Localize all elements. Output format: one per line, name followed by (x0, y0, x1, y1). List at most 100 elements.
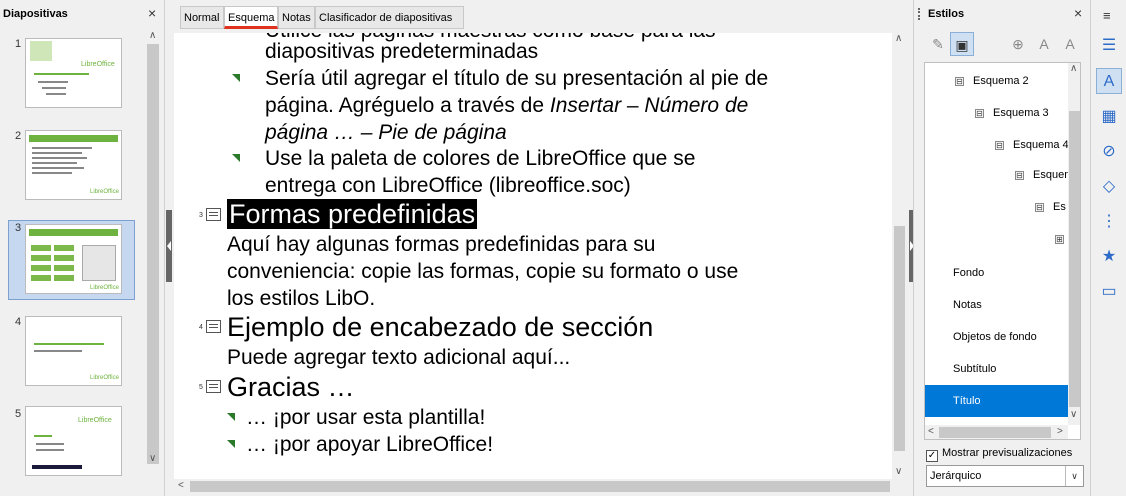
slide-thumbnail-2[interactable]: LibreOffice (25, 130, 122, 200)
thumb-text-line (34, 350, 82, 352)
slide-list: 1 LibreOffice 2 LibreOffice 3 LibreOffic… (0, 30, 145, 496)
scroll-down-icon[interactable]: ∨ (1070, 409, 1077, 420)
slides-pane-header: Diapositivas × (0, 0, 165, 30)
animation-icon[interactable]: ★ (1096, 244, 1122, 270)
scrollbar-thumb[interactable] (1069, 111, 1080, 407)
update-style-icon[interactable]: A (1058, 32, 1082, 56)
tree-item-selected[interactable]: Título (925, 385, 1068, 417)
scroll-up-icon[interactable]: ∧ (895, 33, 902, 44)
scroll-down-icon[interactable]: ∨ (895, 466, 902, 477)
slide-list-scrollbar[interactable]: ∧ ∨ (146, 30, 161, 466)
new-style-icon[interactable]: A (1032, 32, 1056, 56)
tree-item[interactable]: Fondo (953, 267, 984, 279)
show-previews-checkbox[interactable]: ✓ (926, 450, 938, 462)
tree-toggle[interactable]: ⊟ (995, 141, 1004, 150)
scroll-down-icon[interactable]: ∨ (149, 453, 156, 464)
tree-toggle[interactable]: ⊟ (1035, 203, 1044, 212)
tree-item[interactable]: Notas (953, 299, 982, 311)
editor-vertical-scrollbar[interactable]: ∧ ∨ (892, 33, 907, 479)
tree-toggle[interactable]: ⊟ (955, 77, 964, 86)
slide-thumbnail-5[interactable]: LibreOffice (25, 406, 122, 476)
master-slides-icon[interactable]: ▭ (1096, 279, 1122, 305)
collapse-left-pane-handle[interactable] (166, 210, 172, 282)
show-previews-label: Mostrar previsualizaciones (942, 447, 1073, 459)
scrollbar-thumb[interactable] (939, 427, 1051, 438)
outline-text-line: diapositivas predeterminadas (265, 40, 539, 63)
scroll-up-icon[interactable]: ∧ (1070, 63, 1077, 74)
bullet-triangle-icon (227, 440, 235, 448)
tree-item[interactable]: Objetos de fondo (953, 331, 1037, 343)
scroll-up-icon[interactable]: ∧ (149, 30, 156, 41)
tab-notes[interactable]: Notas (278, 6, 315, 29)
tree-item[interactable]: Esquema 3 (993, 107, 1049, 119)
scrollbar-thumb[interactable] (190, 481, 890, 492)
thumb-shape (54, 265, 74, 271)
drawing-styles-icon[interactable]: ✎ (926, 32, 950, 56)
hamburger-icon[interactable]: ≡ (1103, 8, 1111, 23)
tree-item[interactable]: Esquema 2 (973, 75, 1029, 87)
style-filter-select[interactable]: Jerárquico ∨ (926, 465, 1084, 487)
close-icon[interactable]: × (1074, 5, 1082, 21)
thumb-shape (31, 265, 51, 271)
tree-toggle[interactable]: ⊞ (1055, 235, 1064, 244)
style-tree[interactable]: ⊟ Esquema 2 ⊟ Esquema 3 ⊟ Esquema 4 ⊟ Es… (924, 62, 1081, 440)
thumb-text-line (32, 162, 77, 164)
chevron-down-icon[interactable]: ∨ (1065, 466, 1083, 486)
scrollbar-thumb[interactable] (894, 226, 905, 451)
show-previews-row[interactable]: ✓ Mostrar previsualizaciones (926, 447, 1073, 462)
slide-number-marker: 3 (199, 212, 203, 219)
tree-item[interactable]: Subtítulo (953, 363, 996, 375)
tree-item[interactable]: Es (1053, 201, 1066, 213)
properties-icon[interactable]: ☰ (1096, 33, 1122, 59)
slide-title[interactable]: Gracias … (227, 372, 355, 403)
scroll-right-icon[interactable]: > (1057, 426, 1063, 437)
presentation-styles-icon[interactable]: ▣ (950, 32, 974, 56)
grip-icon[interactable] (918, 8, 920, 20)
close-icon[interactable]: × (148, 5, 156, 21)
outline-editor[interactable]: Utilice las páginas maestras como base p… (174, 33, 892, 479)
slide-title[interactable]: Formas predefinidas (227, 199, 478, 230)
tree-item[interactable]: Esquema 4 (1013, 139, 1069, 151)
gallery-icon[interactable]: ▦ (1096, 104, 1122, 130)
tab-normal[interactable]: Normal (180, 6, 224, 29)
style-tree-vertical-scrollbar[interactable]: ∧ ∨ (1068, 63, 1080, 425)
thumb-shape (31, 275, 51, 281)
outline-text-line: Sería útil agregar el título de su prese… (265, 67, 769, 90)
scroll-left-icon[interactable]: < (178, 480, 184, 491)
slide-number-marker: 4 (199, 324, 203, 331)
slides-pane-title: Diapositivas (3, 8, 68, 20)
tab-outline[interactable]: Esquema (224, 6, 278, 29)
scrollbar-thumb[interactable] (147, 44, 159, 464)
style-filter-value: Jerárquico (930, 470, 982, 482)
tree-toggle[interactable]: ⊟ (1015, 171, 1024, 180)
scroll-left-icon[interactable]: < (928, 426, 934, 437)
libreoffice-logo: LibreOffice (90, 285, 119, 291)
thumb-text-line (42, 87, 66, 89)
styles-pane: Estilos × ✎ ▣ ⊕ A A ⊟ Esquema 2 ⊟ Esquem… (913, 0, 1090, 496)
editor-horizontal-scrollbar[interactable]: < (174, 479, 892, 494)
slide-title[interactable]: Ejemplo de encabezado de sección (227, 312, 653, 343)
slide-thumbnail-4[interactable]: LibreOffice (25, 316, 122, 386)
thumb-text-line (46, 93, 66, 95)
bullet-triangle-icon (232, 74, 240, 82)
sidebar-deck: ≡ ☰ A ▦ ⊘ ◇ ⋮ ★ ▭ (1090, 0, 1126, 496)
styles-pane-title: Estilos (928, 8, 965, 20)
navigator-icon[interactable]: ⊘ (1096, 139, 1122, 165)
style-tree-horizontal-scrollbar[interactable]: < > (925, 425, 1068, 439)
tab-slide-sorter[interactable]: Clasificador de diapositivas (315, 6, 464, 29)
outline-text-span: página. Agréguelo a través de (265, 94, 550, 117)
impress-window: Diapositivas × 1 LibreOffice 2 LibreOffi… (0, 0, 1126, 496)
slide-icon (206, 208, 221, 221)
slide-thumbnail-1[interactable]: LibreOffice (25, 38, 122, 108)
slide-thumbnail-3[interactable]: LibreOffice (25, 224, 122, 294)
slide-transition-icon[interactable]: ⋮ (1096, 209, 1122, 235)
styles-icon[interactable]: A (1096, 68, 1122, 94)
thumb-text-line (32, 157, 87, 159)
bullet-triangle-icon (227, 413, 235, 421)
thumb-text-line (32, 152, 82, 154)
outline-text-line: página … – Pie de página (265, 121, 507, 144)
fill-format-mode-icon[interactable]: ⊕ (1006, 32, 1030, 56)
tree-toggle[interactable]: ⊟ (975, 109, 984, 118)
thumb-text-line (32, 147, 92, 149)
shapes-icon[interactable]: ◇ (1096, 174, 1122, 200)
